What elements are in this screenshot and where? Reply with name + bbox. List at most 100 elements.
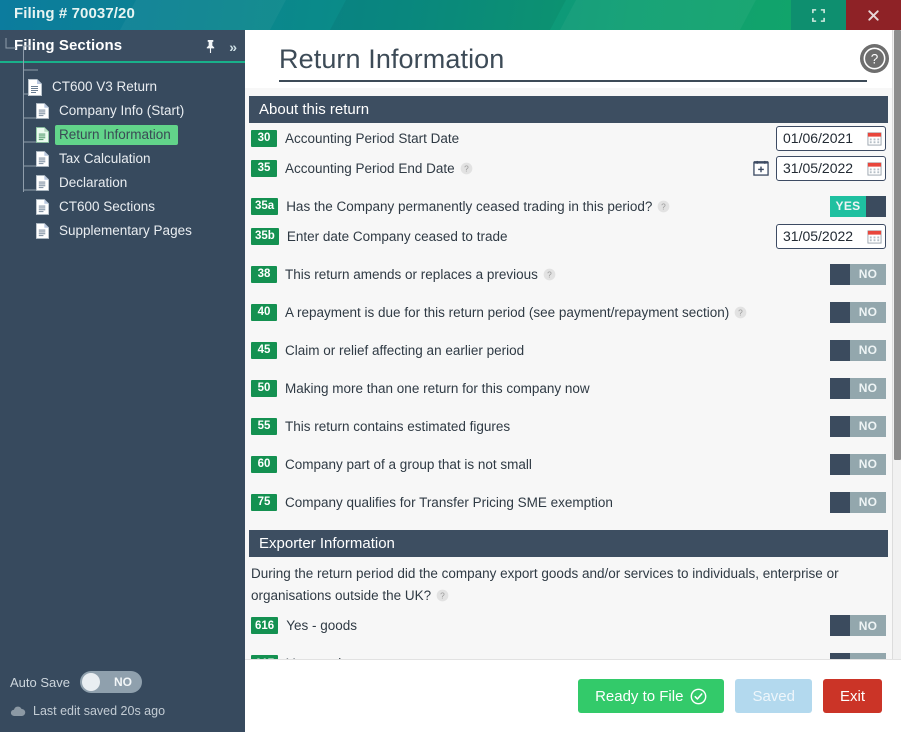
- exit-button[interactable]: Exit: [822, 679, 882, 713]
- document-icon: [36, 103, 49, 119]
- tree-node-tax-calculation[interactable]: Tax Calculation: [2, 147, 245, 171]
- row-label: Claim or relief affecting an earlier per…: [285, 342, 525, 358]
- svg-text:?: ?: [871, 51, 879, 66]
- calendar-icon[interactable]: [867, 131, 882, 146]
- vertical-scrollbar[interactable]: [892, 30, 901, 659]
- row-label: Company part of a group that is not smal…: [285, 456, 532, 472]
- form-scroll-area[interactable]: About this return 30 Accounting Period S…: [245, 88, 901, 688]
- date-value: 31/05/2022: [783, 228, 854, 244]
- toggle-value: NO: [858, 305, 878, 319]
- autosave-toggle-value: NO: [114, 675, 132, 689]
- document-icon: [36, 223, 49, 239]
- sidebar-header-icons: »: [204, 30, 237, 63]
- row-label: Making more than one return for this com…: [285, 380, 590, 396]
- toggle-value: YES: [835, 199, 861, 213]
- svg-text:?: ?: [662, 201, 667, 211]
- form-row-35b: 35b Enter date Company ceased to trade 3…: [249, 221, 888, 251]
- close-icon[interactable]: [846, 0, 901, 30]
- sidebar-header: Filing Sections »: [0, 30, 245, 63]
- row-code-badge: 35b: [251, 227, 279, 245]
- row-code-badge: 35a: [251, 197, 279, 215]
- tree-node-label: CT600 V3 Return: [52, 79, 158, 94]
- toggle-ceased-trading[interactable]: YES: [830, 195, 886, 217]
- document-icon: [36, 151, 49, 167]
- row-code-badge: 30: [251, 129, 277, 147]
- tree-node-company-info[interactable]: Company Info (Start): [2, 99, 245, 123]
- toggle-amends-previous[interactable]: NO: [830, 263, 886, 285]
- help-circle-icon[interactable]: ?: [859, 43, 890, 74]
- toggle-export-yes-goods[interactable]: NO: [830, 615, 886, 637]
- help-tooltip-icon[interactable]: ?: [657, 200, 670, 213]
- form-row-616: 616 Yes - goods NO: [249, 611, 888, 641]
- help-tooltip-icon[interactable]: ?: [460, 162, 473, 175]
- tree-node-ct600-sections[interactable]: CT600 Sections: [2, 195, 245, 219]
- help-tooltip-icon[interactable]: ?: [734, 306, 747, 319]
- toggle-value: NO: [858, 343, 878, 357]
- title-bar: Filing # 70037/20: [0, 0, 901, 30]
- tree-node-label: CT600 Sections: [59, 199, 156, 214]
- sidebar-title: Filing Sections: [14, 37, 123, 54]
- fullscreen-icon[interactable]: [791, 0, 846, 30]
- document-icon: [28, 78, 42, 96]
- toggle-transfer-pricing-sme[interactable]: NO: [830, 491, 886, 513]
- date-input-accounting-period-start[interactable]: 01/06/2021: [776, 125, 886, 151]
- document-icon: [36, 199, 49, 215]
- toggle-claim-earlier-period[interactable]: NO: [830, 339, 886, 361]
- tree-node-ct600-v3-return[interactable]: CT600 V3 Return: [2, 75, 245, 99]
- autosave-toggle[interactable]: NO: [80, 671, 142, 693]
- form-row-38: 38 This return amends or replaces a prev…: [249, 259, 888, 289]
- toggle-knob: [830, 415, 850, 437]
- ready-to-file-button[interactable]: Ready to File: [578, 679, 725, 713]
- sidebar: Filing Sections » CT600 V3 Return Compan…: [0, 30, 245, 732]
- toggle-more-than-one-return[interactable]: NO: [830, 377, 886, 399]
- row-code-badge: 50: [251, 379, 277, 397]
- toggle-group-not-small[interactable]: NO: [830, 453, 886, 475]
- exporter-question-text: During the return period did the company…: [251, 566, 839, 603]
- tree-node-label: Tax Calculation: [59, 151, 151, 166]
- row-code-badge: 40: [251, 303, 277, 321]
- date-input-accounting-period-end[interactable]: 31/05/2022: [776, 155, 886, 181]
- form-row-35a: 35a Has the Company permanently ceased t…: [249, 191, 888, 221]
- row-label: Enter date Company ceased to trade: [286, 228, 508, 244]
- tree-node-return-information[interactable]: Return Information: [2, 123, 245, 147]
- tree-node-supplementary-pages[interactable]: Supplementary Pages: [2, 219, 245, 243]
- date-input-ceased-to-trade[interactable]: 31/05/2022: [776, 223, 886, 249]
- svg-text:?: ?: [738, 307, 743, 317]
- toggle-value: NO: [858, 267, 878, 281]
- last-edit-text: Last edit saved 20s ago: [33, 704, 166, 718]
- decorative-facet: [292, 0, 588, 30]
- row-code-badge: 38: [251, 265, 277, 283]
- sidebar-collapse-icon[interactable]: »: [229, 39, 237, 55]
- section-rows-about-this-return: 30 Accounting Period Start Date 01/06/20…: [245, 123, 901, 517]
- toggle-knob: [830, 263, 850, 285]
- help-tooltip-icon[interactable]: ?: [436, 589, 449, 602]
- toggle-knob: [830, 491, 850, 513]
- row-label: Accounting Period Start Date: [285, 130, 460, 146]
- toggle-value: NO: [858, 419, 878, 433]
- calendar-icon[interactable]: [867, 161, 882, 176]
- autosave-toggle-knob: [82, 673, 100, 691]
- tree-node-declaration[interactable]: Declaration: [2, 171, 245, 195]
- form-row-50: 50 Making more than one return for this …: [249, 373, 888, 403]
- saved-button: Saved: [735, 679, 812, 713]
- add-period-calendar-icon[interactable]: [753, 160, 769, 176]
- date-value: 31/05/2022: [783, 160, 854, 176]
- toggle-repayment-due[interactable]: NO: [830, 301, 886, 323]
- svg-text:?: ?: [464, 163, 469, 173]
- tree-node-label: Declaration: [59, 175, 128, 190]
- form-row-35: 35 Accounting Period End Date ? 31/05/20…: [249, 153, 888, 183]
- svg-text:?: ?: [440, 590, 445, 600]
- pushpin-icon[interactable]: [204, 39, 217, 54]
- toggle-value: NO: [858, 618, 878, 633]
- calendar-icon[interactable]: [867, 229, 882, 244]
- toggle-estimated-figures[interactable]: NO: [830, 415, 886, 437]
- row-label: Company qualifies for Transfer Pricing S…: [285, 494, 613, 510]
- action-footer: Ready to File Saved Exit: [245, 659, 901, 732]
- sidebar-footer: Auto Save NO Last edit saved 20s ago: [0, 668, 245, 732]
- tree-node-label: Return Information: [55, 125, 178, 145]
- scrollbar-thumb[interactable]: [894, 30, 901, 460]
- title-underline: [279, 80, 867, 82]
- row-label: Accounting Period End Date: [285, 160, 455, 176]
- help-tooltip-icon[interactable]: ?: [543, 268, 556, 281]
- main-content: Return Information ? About this return 3…: [245, 30, 901, 732]
